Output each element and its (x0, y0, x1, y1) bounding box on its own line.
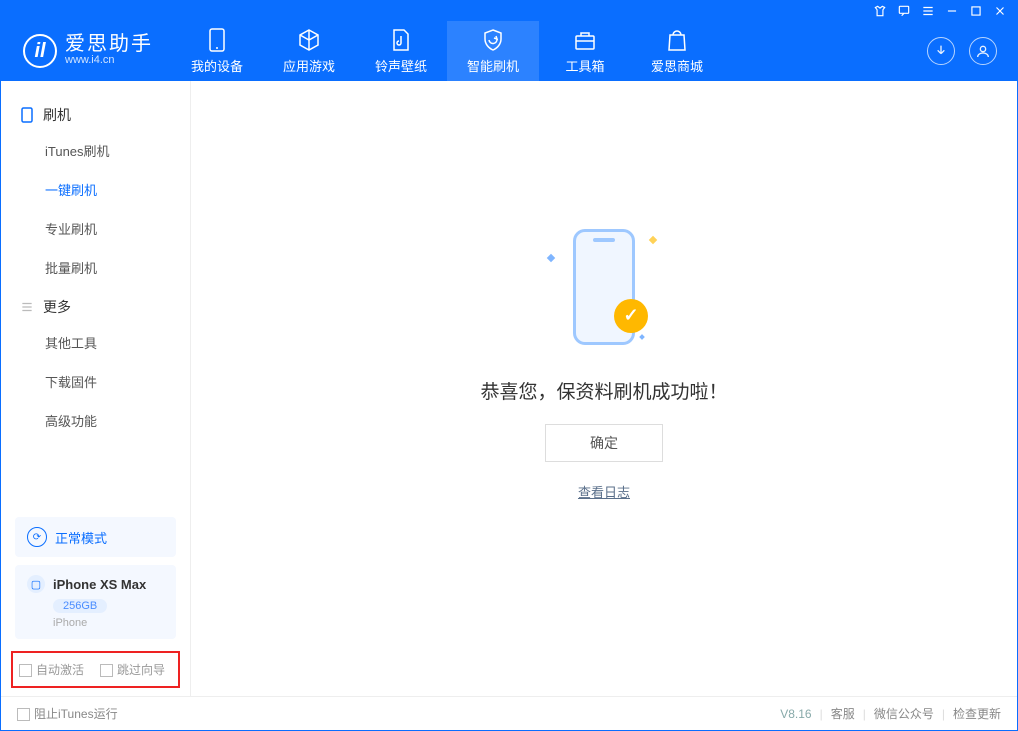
bag-icon (665, 28, 689, 52)
device-type: iPhone (53, 617, 164, 629)
music-file-icon (389, 28, 413, 52)
checkbox-icon (17, 708, 30, 721)
minimize-icon[interactable] (945, 4, 959, 18)
nav-label: 我的设备 (191, 56, 243, 75)
nav-label: 智能刷机 (467, 56, 519, 75)
maximize-icon[interactable] (969, 4, 983, 18)
checkbox-label: 阻止iTunes运行 (34, 707, 118, 721)
titlebar (1, 1, 1017, 21)
sparkle-icon (547, 253, 555, 261)
status-link-update[interactable]: 检查更新 (953, 705, 1001, 722)
list-icon (19, 299, 35, 315)
nav-apps[interactable]: 应用游戏 (263, 21, 355, 81)
checkbox-icon (19, 664, 32, 677)
group-title: 更多 (43, 297, 71, 317)
nav-label: 爱思商城 (651, 56, 703, 75)
checkmark-badge-icon: ✓ (614, 299, 648, 333)
header-right (927, 37, 1017, 65)
nav: 我的设备 应用游戏 铃声壁纸 智能刷机 工具箱 爱思商城 (171, 21, 723, 81)
checkbox-block-itunes[interactable]: 阻止iTunes运行 (17, 705, 118, 722)
logo-icon: il (23, 34, 57, 68)
feedback-icon[interactable] (897, 4, 911, 18)
nav-flash[interactable]: 智能刷机 (447, 21, 539, 81)
checkbox-icon (100, 664, 113, 677)
checkbox-label: 跳过向导 (117, 663, 165, 677)
sidebar-item-advanced[interactable]: 高级功能 (1, 401, 190, 440)
nav-my-device[interactable]: 我的设备 (171, 21, 263, 81)
menu-icon[interactable] (921, 4, 935, 18)
sidebar: 刷机 iTunes刷机 一键刷机 专业刷机 批量刷机 更多 其他工具 下载固件 … (1, 81, 191, 696)
checkbox-skip-guide[interactable]: 跳过向导 (100, 661, 165, 678)
sidebar-group-flash: 刷机 (1, 95, 190, 131)
content-area: ✓ 恭喜您，保资料刷机成功啦！ 确定 查看日志 (191, 81, 1017, 696)
device-mode-box[interactable]: ⟳ 正常模式 (15, 517, 176, 557)
device-name: iPhone XS Max (53, 577, 146, 592)
nav-label: 工具箱 (565, 56, 604, 75)
device-capacity: 256GB (53, 599, 107, 613)
logo-text: 爱思助手 www.i4.cn (65, 34, 153, 67)
options-highlight-box: 自动激活 跳过向导 (11, 651, 180, 688)
cube-icon (297, 28, 321, 52)
ok-button[interactable]: 确定 (545, 424, 663, 462)
toolbox-icon (573, 28, 597, 52)
user-icon[interactable] (969, 37, 997, 65)
checkbox-auto-activate[interactable]: 自动激活 (19, 661, 84, 678)
nav-label: 铃声壁纸 (375, 56, 427, 75)
shield-refresh-icon (481, 28, 505, 52)
view-log-link[interactable]: 查看日志 (578, 482, 630, 501)
sidebar-item-batch-flash[interactable]: 批量刷机 (1, 248, 190, 287)
sparkle-icon (639, 334, 645, 340)
version-label: V8.16 (780, 707, 811, 721)
device-info-box[interactable]: ▢ iPhone XS Max 256GB iPhone (15, 565, 176, 639)
sidebar-item-pro-flash[interactable]: 专业刷机 (1, 209, 190, 248)
sidebar-item-itunes-flash[interactable]: iTunes刷机 (1, 131, 190, 170)
sidebar-group-more: 更多 (1, 287, 190, 323)
app-window: il 爱思助手 www.i4.cn 我的设备 应用游戏 铃声壁纸 智能刷机 (0, 0, 1018, 731)
tshirt-icon[interactable] (873, 4, 887, 18)
success-illustration: ✓ (534, 217, 674, 357)
checkbox-label: 自动激活 (36, 663, 84, 677)
status-link-support[interactable]: 客服 (831, 705, 855, 722)
download-icon[interactable] (927, 37, 955, 65)
sidebar-item-other-tools[interactable]: 其他工具 (1, 323, 190, 362)
nav-toolbox[interactable]: 工具箱 (539, 21, 631, 81)
nav-store[interactable]: 爱思商城 (631, 21, 723, 81)
nav-label: 应用游戏 (283, 56, 335, 75)
sparkle-icon (649, 235, 657, 243)
statusbar: 阻止iTunes运行 V8.16 | 客服 | 微信公众号 | 检查更新 (1, 696, 1017, 730)
device-icon: ▢ (27, 575, 45, 593)
app-url: www.i4.cn (65, 54, 153, 67)
logo: il 爱思助手 www.i4.cn (1, 34, 171, 68)
success-message: 恭喜您，保资料刷机成功啦！ (480, 377, 727, 404)
app-name: 爱思助手 (65, 34, 153, 54)
sync-icon: ⟳ (27, 527, 47, 547)
sidebar-item-download-fw[interactable]: 下载固件 (1, 362, 190, 401)
phone-outline-icon (19, 107, 35, 123)
status-link-wechat[interactable]: 微信公众号 (874, 705, 934, 722)
close-icon[interactable] (993, 4, 1007, 18)
nav-ringtones[interactable]: 铃声壁纸 (355, 21, 447, 81)
sidebar-item-onekey-flash[interactable]: 一键刷机 (1, 170, 190, 209)
phone-icon (205, 28, 229, 52)
header: il 爱思助手 www.i4.cn 我的设备 应用游戏 铃声壁纸 智能刷机 (1, 21, 1017, 81)
body: 刷机 iTunes刷机 一键刷机 专业刷机 批量刷机 更多 其他工具 下载固件 … (1, 81, 1017, 696)
mode-label: 正常模式 (55, 528, 107, 547)
group-title: 刷机 (43, 105, 71, 125)
